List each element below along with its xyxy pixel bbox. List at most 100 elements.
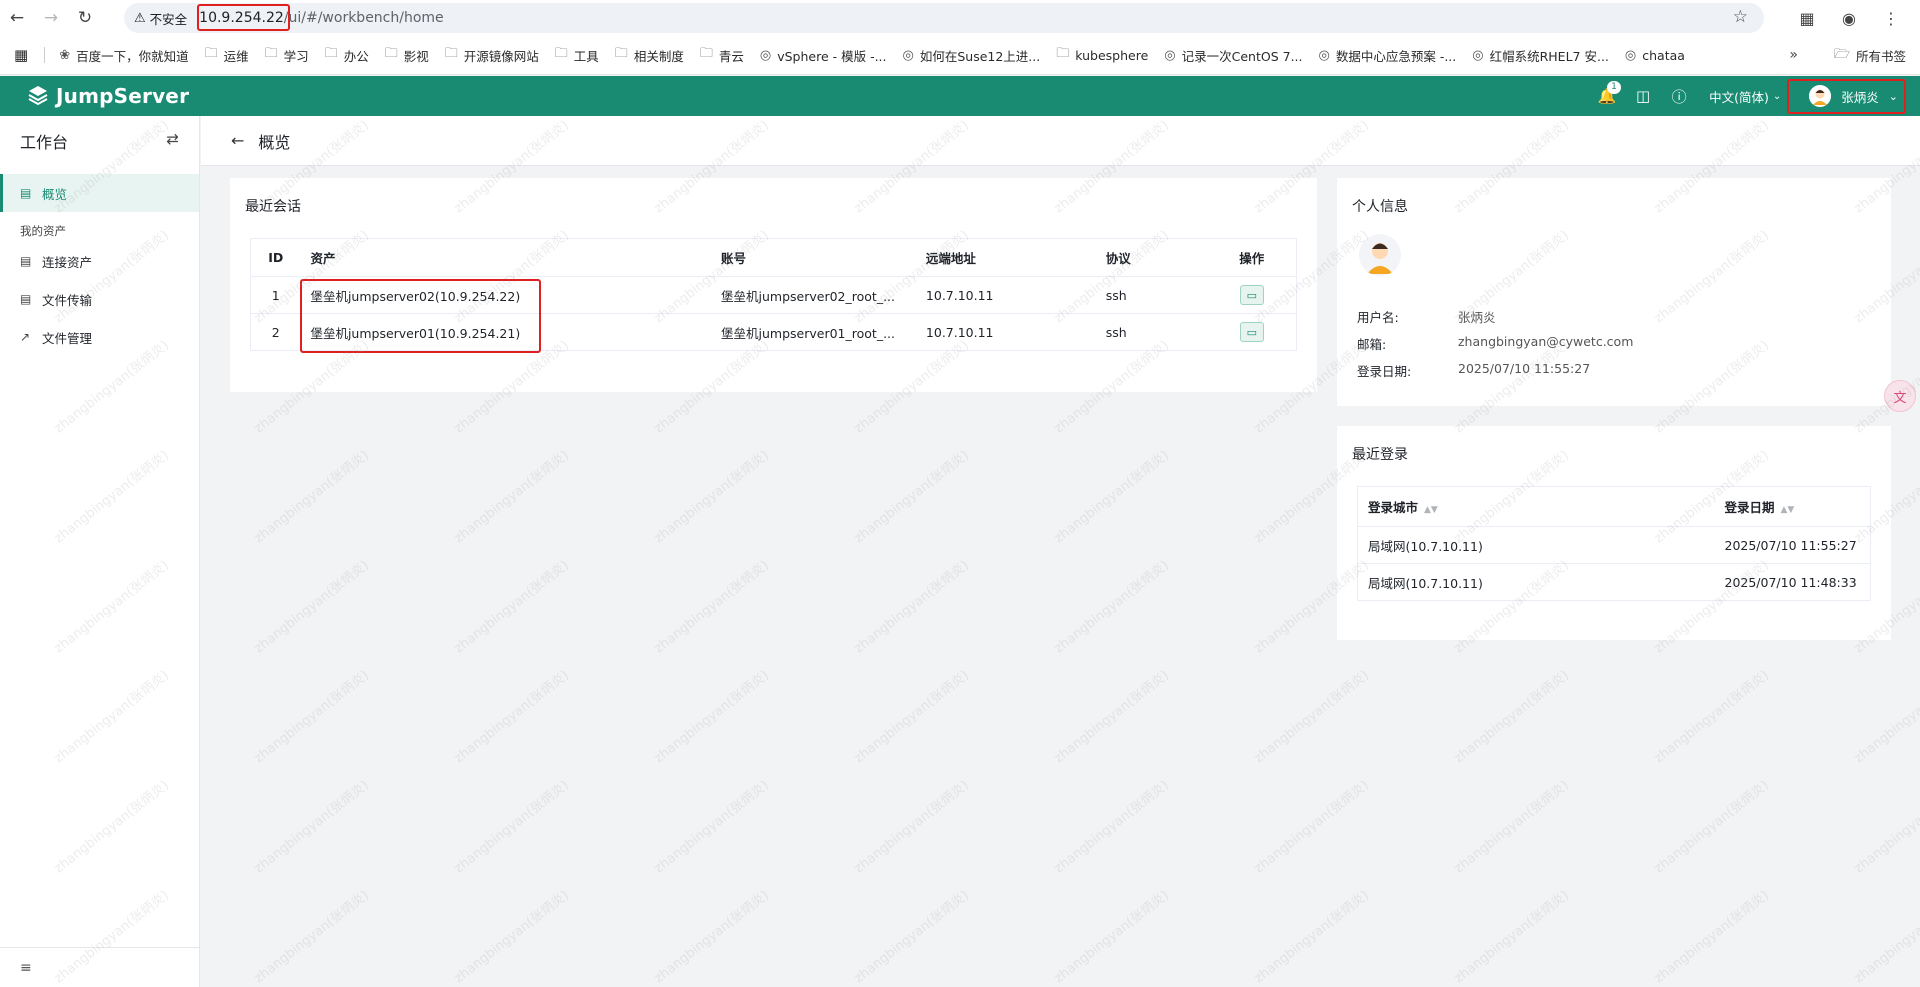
login-city: 局域网(10.7.10.11) xyxy=(1357,526,1715,564)
bookmark-label: 相关制度 xyxy=(633,48,684,64)
brand-name: JumpServer xyxy=(56,84,190,108)
watermark-text: zhangbingyan(张炳炎) xyxy=(1451,887,1572,987)
recent-logins-table: 登录城市 ▲▼ 登录日期 ▲▼ 局域网(10.7.10.11) 2025/07/10… xyxy=(1357,486,1871,601)
chevron-down-icon: ⌄ xyxy=(1772,90,1782,102)
sort-icon[interactable]: ▲▼ xyxy=(1424,505,1438,515)
watermark-text: zhangbingyan(张炳炎) xyxy=(251,667,372,767)
all-bookmarks-label: 所有书签 xyxy=(1855,49,1906,64)
extensions-icon[interactable]: ▦ xyxy=(1786,9,1828,28)
table-header-row: ID 资产 账号 远端地址 协议 操作 xyxy=(250,238,1297,277)
column-header: 资产 xyxy=(300,238,712,277)
watermark-text: zhangbingyan(张炳炎) xyxy=(251,777,372,877)
bookmark-item[interactable]: 🗀 影视 xyxy=(385,44,429,66)
bookmark-list: ❀ 百度一下，你就知道 🗀 运维 🗀 学习 🗀 办公 🗀 影视 🗀 开源镜像网站 🗀 工具 🗀 相关制度 🗀 青云… xyxy=(59,44,1701,66)
watermark-text: zhangbingyan(张炳炎) xyxy=(851,667,972,767)
back-icon[interactable]: ← xyxy=(0,0,34,36)
bookmark-item[interactable]: ◎ 如何在Suse12上进... xyxy=(903,46,1041,65)
bookmark-item[interactable]: 🗀 运维 xyxy=(205,44,249,66)
watermark-text: zhangbingyan(张炳炎) xyxy=(1651,777,1772,877)
login-date: 2025/07/10 11:55:27 xyxy=(1714,526,1871,564)
menu-icon[interactable]: ⋮ xyxy=(1870,9,1912,28)
bookmark-item[interactable]: ◎ 数据中心应急预案 -... xyxy=(1319,46,1457,65)
table-header-row: 登录城市 ▲▼ 登录日期 ▲▼ xyxy=(1357,486,1871,527)
watermark-text: zhangbingyan(张炳炎) xyxy=(451,887,572,987)
folder-icon: 🗀 xyxy=(1056,46,1070,61)
bookmark-label: 开源镜像网站 xyxy=(463,48,539,64)
switch-view-icon[interactable]: ⇄ xyxy=(166,130,179,148)
bookmark-label: kubesphere xyxy=(1075,47,1149,63)
login-date: 2025/07/10 11:48:33 xyxy=(1724,574,1857,590)
collapse-sidebar-icon[interactable]: ≡ xyxy=(0,947,199,987)
bookmark-item[interactable]: 🗀 开源镜像网站 xyxy=(445,44,539,66)
card-title: 个人信息 xyxy=(1352,199,1408,215)
address-bar[interactable]: ⚠ 不安全 10.9.254.22/ui/#/workbench/home ☆ xyxy=(124,3,1764,33)
back-arrow-icon[interactable]: ← xyxy=(231,131,244,150)
external-link-icon: ↗ xyxy=(20,330,31,344)
sidebar-group-label: 我的资产 xyxy=(20,224,66,238)
bookmark-item[interactable]: 🗀 办公 xyxy=(325,44,369,66)
user-highlight-box xyxy=(1787,79,1906,114)
sort-icon[interactable]: ▲▼ xyxy=(1781,505,1795,515)
language-selector[interactable]: 中文(简体) ⌄ xyxy=(1709,87,1781,106)
watermark-text: zhangbingyan(张炳炎) xyxy=(451,667,572,767)
session-account: 堡垒机jumpserver02_root_... xyxy=(711,276,916,314)
sidebar-item-connect-assets[interactable]: ▤ 连接资产 xyxy=(0,242,199,280)
bookmark-item[interactable]: ◎ chataa xyxy=(1625,48,1685,63)
watermark-text: zhangbingyan(张炳炎) xyxy=(851,777,972,877)
bookmark-item[interactable]: 🗀 kubesphere xyxy=(1056,44,1148,66)
column-header: 协议 xyxy=(1095,238,1208,277)
bookmark-item[interactable]: ◎ 红帽系统RHEL7 安... xyxy=(1472,46,1609,65)
watermark-text: zhangbingyan(张炳炎) xyxy=(1451,667,1572,767)
notification-bell-icon[interactable]: 🔔 1 xyxy=(1589,81,1625,105)
table-row: 局域网(10.7.10.11) 2025/07/10 11:55:27 xyxy=(1357,526,1871,564)
login-date-row: 登录日期: 2025/07/10 11:55:27 xyxy=(1357,361,1590,380)
bookmark-item[interactable]: 🗀 相关制度 xyxy=(615,44,684,66)
column-header-city[interactable]: 登录城市 ▲▼ xyxy=(1357,486,1715,527)
more-bookmarks-icon[interactable]: » xyxy=(1789,47,1798,63)
bookmark-star-icon[interactable]: ☆ xyxy=(1733,7,1748,27)
column-header-label: 登录城市 xyxy=(1368,500,1419,515)
reload-icon[interactable]: ↻ xyxy=(68,0,102,36)
sidebar-item-overview[interactable]: ▤ 概览 xyxy=(0,174,199,212)
bookmark-label: 办公 xyxy=(343,48,369,64)
email-row: 邮箱: zhangbingyan@cywetc.com xyxy=(1357,334,1633,353)
watermark-text: zhangbingyan(张炳炎) xyxy=(651,887,772,987)
session-protocol: ssh xyxy=(1105,324,1127,340)
warning-icon: ⚠ xyxy=(134,10,146,26)
page-title: 概览 xyxy=(258,132,291,152)
watermark-text: zhangbingyan(张炳炎) xyxy=(1051,447,1172,547)
bookmark-item[interactable]: ❀ 百度一下，你就知道 xyxy=(59,46,188,65)
email-label: 邮箱: xyxy=(1357,337,1387,352)
email-value: zhangbingyan@cywetc.com xyxy=(1458,334,1634,349)
translate-float-icon[interactable]: 文 xyxy=(1884,380,1916,412)
login-city: 局域网(10.7.10.11) xyxy=(1368,575,1483,591)
watermark-text: zhangbingyan(张炳炎) xyxy=(1651,667,1772,767)
all-bookmarks[interactable]: 🗁 所有书签 xyxy=(1834,45,1906,67)
watermark-text: zhangbingyan(张炳炎) xyxy=(451,447,572,547)
bookmark-label: 百度一下，你就知道 xyxy=(76,48,189,64)
terminal-icon[interactable]: ◫ xyxy=(1625,87,1661,105)
watermark-text: zhangbingyan(张炳炎) xyxy=(1251,777,1372,877)
sidebar-item-file-transfer[interactable]: ▤ 文件传输 xyxy=(0,280,199,318)
connect-monitor-icon[interactable]: ▭ xyxy=(1239,322,1264,342)
bookmark-item[interactable]: 🗀 学习 xyxy=(265,44,309,66)
sidebar-item-file-management[interactable]: ↗ 文件管理 xyxy=(0,318,199,356)
forward-icon[interactable]: → xyxy=(34,0,68,36)
column-header-date[interactable]: 登录日期 ▲▼ xyxy=(1714,486,1871,527)
connect-monitor-icon[interactable]: ▭ xyxy=(1239,285,1264,305)
profile-card: 个人信息 用户名: 张炳炎 邮箱: zhangbingyan@cywetc.co… xyxy=(1337,178,1891,406)
folder-icon: 🗀 xyxy=(614,46,628,61)
apps-icon[interactable]: ▦ xyxy=(14,46,28,64)
watermark-text: zhangbingyan(张炳炎) xyxy=(851,447,972,547)
session-operation: ▭ xyxy=(1208,314,1297,351)
folder-icon: 🗁 xyxy=(1833,46,1850,62)
bookmark-item[interactable]: ◎ 记录一次CentOS 7... xyxy=(1164,46,1302,65)
bookmark-item[interactable]: 🗀 工具 xyxy=(555,44,599,66)
bookmark-item[interactable]: 🗀 青云 xyxy=(700,44,744,66)
bookmark-label: 记录一次CentOS 7... xyxy=(1181,48,1303,64)
brand-logo[interactable]: JumpServer xyxy=(26,84,189,108)
help-icon[interactable]: ⓘ xyxy=(1661,86,1697,107)
profile-icon[interactable]: ◉ xyxy=(1828,9,1870,28)
paw-icon: ❀ xyxy=(59,47,71,63)
bookmark-item[interactable]: ◎ vSphere - 模版 -... xyxy=(760,46,887,65)
